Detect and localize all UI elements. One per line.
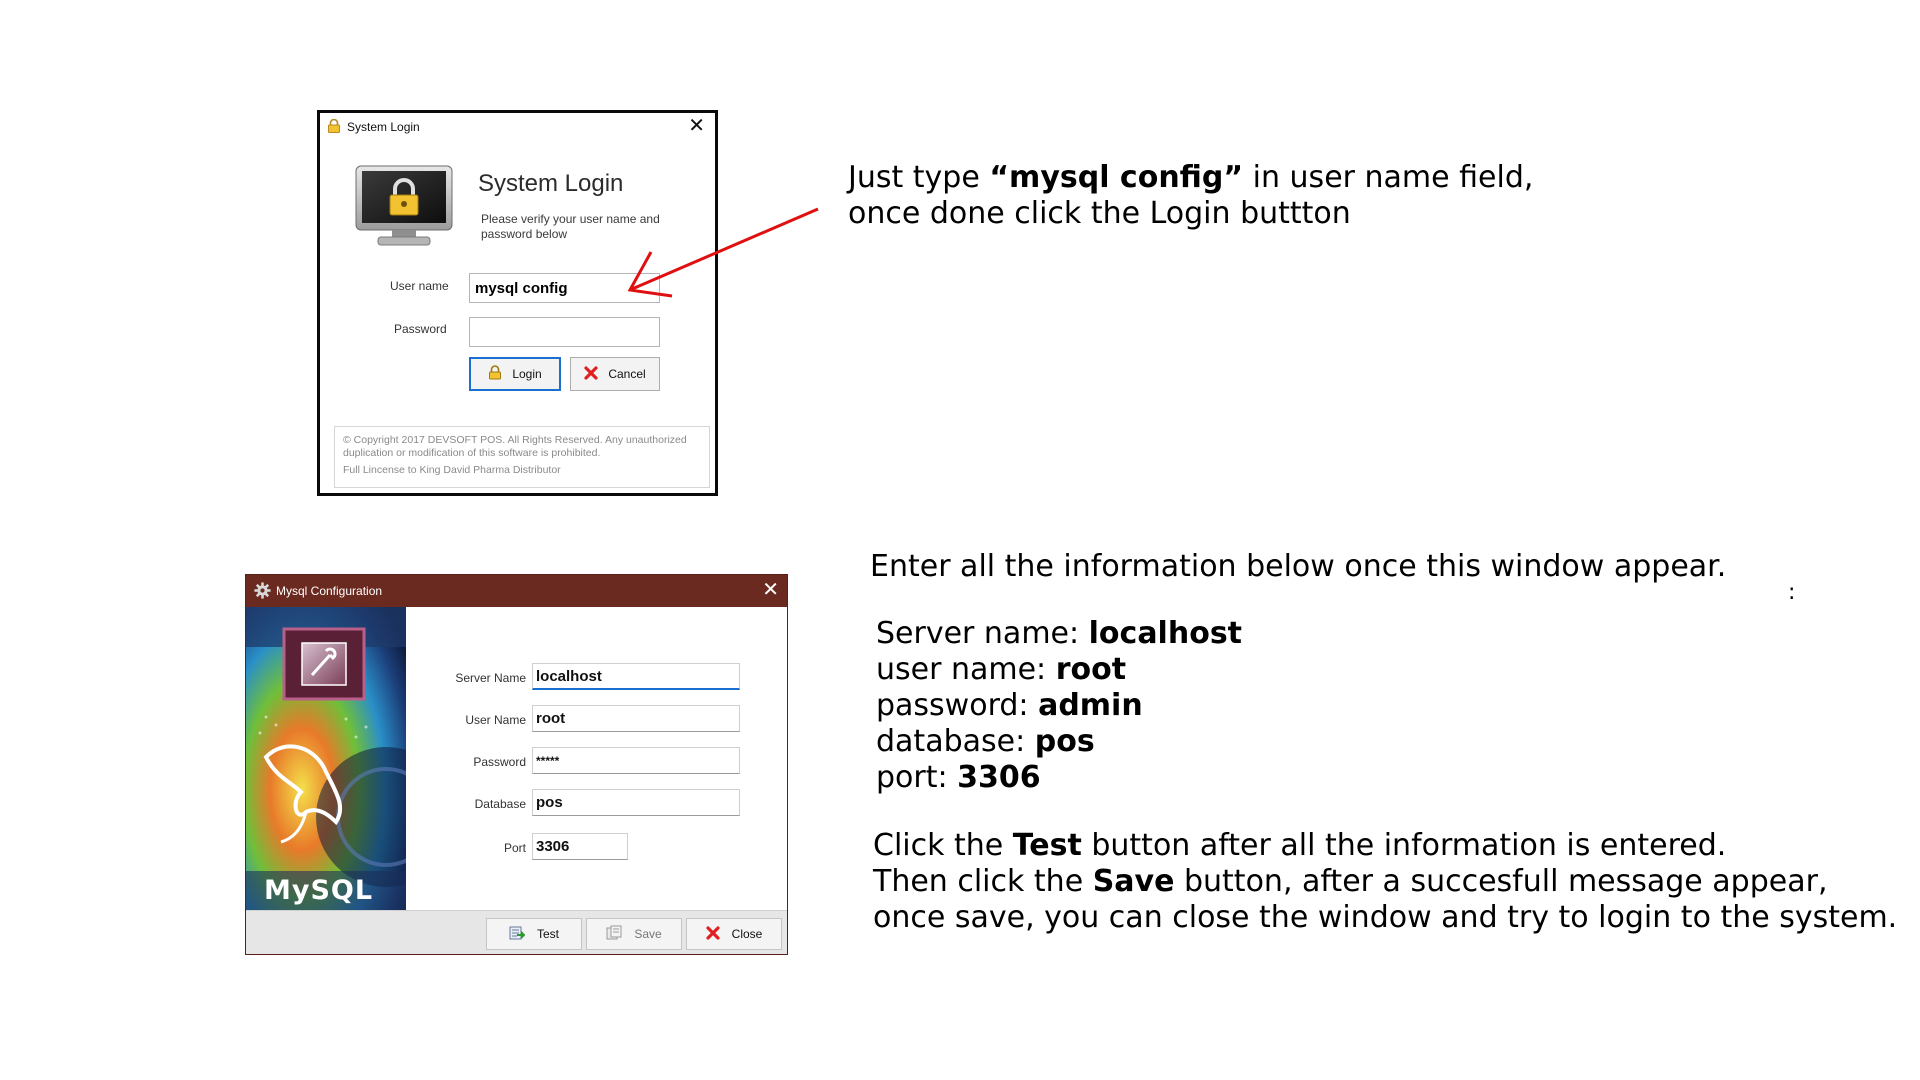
copyright-text: © Copyright 2017 DEVSOFT POS. All Rights… (343, 434, 687, 459)
instruction-step-3: Click the Test button after all the info… (873, 828, 1897, 936)
cancel-button[interactable]: Cancel (570, 357, 660, 391)
save-button-label: Save (634, 927, 662, 941)
username-label: User name (390, 279, 449, 293)
username-input[interactable] (469, 273, 660, 303)
red-x-icon (584, 365, 598, 383)
database-label: Database (474, 797, 526, 811)
mysql-banner-image: MySQL (246, 607, 406, 911)
mysql-configuration-window: Mysql Configuration ✕ MySQL Server Name … (245, 574, 788, 955)
user-name-text: user name: (876, 652, 1056, 687)
step3-text-b: Test (1012, 828, 1082, 863)
login-heading: System Login (478, 170, 624, 197)
port-text: port: (876, 760, 958, 795)
mysql-form: Server Name User Name Password Database … (406, 607, 787, 911)
login-subtitle: Please verify your user name and passwor… (481, 212, 660, 241)
monitor-lock-icon (354, 164, 454, 248)
padlock-icon (327, 118, 341, 133)
instruction-step-1: Just type “mysql config” in user name fi… (848, 160, 1533, 232)
password-input[interactable] (469, 317, 660, 347)
user-name-label: User Name (465, 713, 526, 727)
password-text: password: (876, 688, 1039, 723)
mysql-button-bar: Test Save Close (246, 910, 787, 954)
colon-mark: : (1788, 580, 1796, 605)
password-label: Password (473, 755, 526, 769)
license-text: Full Lincense to King David Pharma Distr… (343, 464, 561, 476)
server-name-value: localhost (1088, 616, 1243, 651)
step3-text-a: Click the (873, 828, 1013, 863)
login-window-title: System Login (347, 120, 420, 134)
login-button[interactable]: Login (469, 357, 561, 391)
port-label: Port (503, 841, 526, 855)
port-input[interactable] (532, 833, 628, 860)
database-text: database: (876, 724, 1035, 759)
config-values-list: Server name: localhost user name: root p… (876, 616, 1242, 796)
test-icon (509, 925, 526, 944)
close-button[interactable]: Close (686, 918, 782, 950)
close-icon[interactable]: ✕ (688, 115, 705, 137)
step1-text-b: “mysql config” (989, 160, 1244, 195)
cancel-button-label: Cancel (608, 367, 646, 381)
database-value: pos (1034, 724, 1095, 759)
step1-line2: once done click the Login buttton (848, 196, 1351, 231)
password-label: Password (394, 322, 447, 336)
padlock-icon (488, 365, 502, 383)
step1-text-c: in user name field, (1243, 160, 1534, 195)
port-value: 3306 (957, 760, 1041, 795)
step5-text: once save, you can close the window and … (873, 900, 1898, 935)
step4-text-b: Save (1092, 864, 1175, 899)
instruction-step-2: Enter all the information below once thi… (870, 549, 1727, 584)
user-name-value: root (1055, 652, 1127, 687)
password-input[interactable] (532, 747, 740, 774)
server-name-label: Server Name (455, 671, 526, 685)
gear-icon (254, 582, 271, 599)
close-button-label: Close (731, 927, 763, 941)
step4-text-a: Then click the (873, 864, 1093, 899)
red-x-icon (706, 925, 720, 943)
close-icon[interactable]: ✕ (762, 579, 779, 601)
save-button[interactable]: Save (586, 918, 682, 950)
test-button-label: Test (536, 927, 559, 941)
step4-text-c: button, after a succesfull message appea… (1174, 864, 1828, 899)
password-value: admin (1038, 688, 1143, 723)
user-name-input[interactable] (532, 705, 740, 732)
system-login-window: System Login ✕ System Login Please verif… (317, 110, 718, 496)
mysql-titlebar: Mysql Configuration ✕ (246, 575, 787, 607)
step1-text-a: Just type (848, 160, 990, 195)
database-input[interactable] (532, 789, 740, 816)
login-button-label: Login (512, 367, 542, 381)
login-titlebar: System Login ✕ (320, 113, 715, 141)
copyright-box: © Copyright 2017 DEVSOFT POS. All Rights… (334, 426, 710, 488)
save-icon (606, 925, 622, 944)
mysql-logo-text: MySQL (264, 875, 374, 906)
step3-text-c: button after all the information is ente… (1081, 828, 1727, 863)
mysql-window-title: Mysql Configuration (276, 584, 383, 598)
test-button[interactable]: Test (486, 918, 582, 950)
server-name-text: Server name: (876, 616, 1089, 651)
server-name-input[interactable] (532, 663, 740, 690)
